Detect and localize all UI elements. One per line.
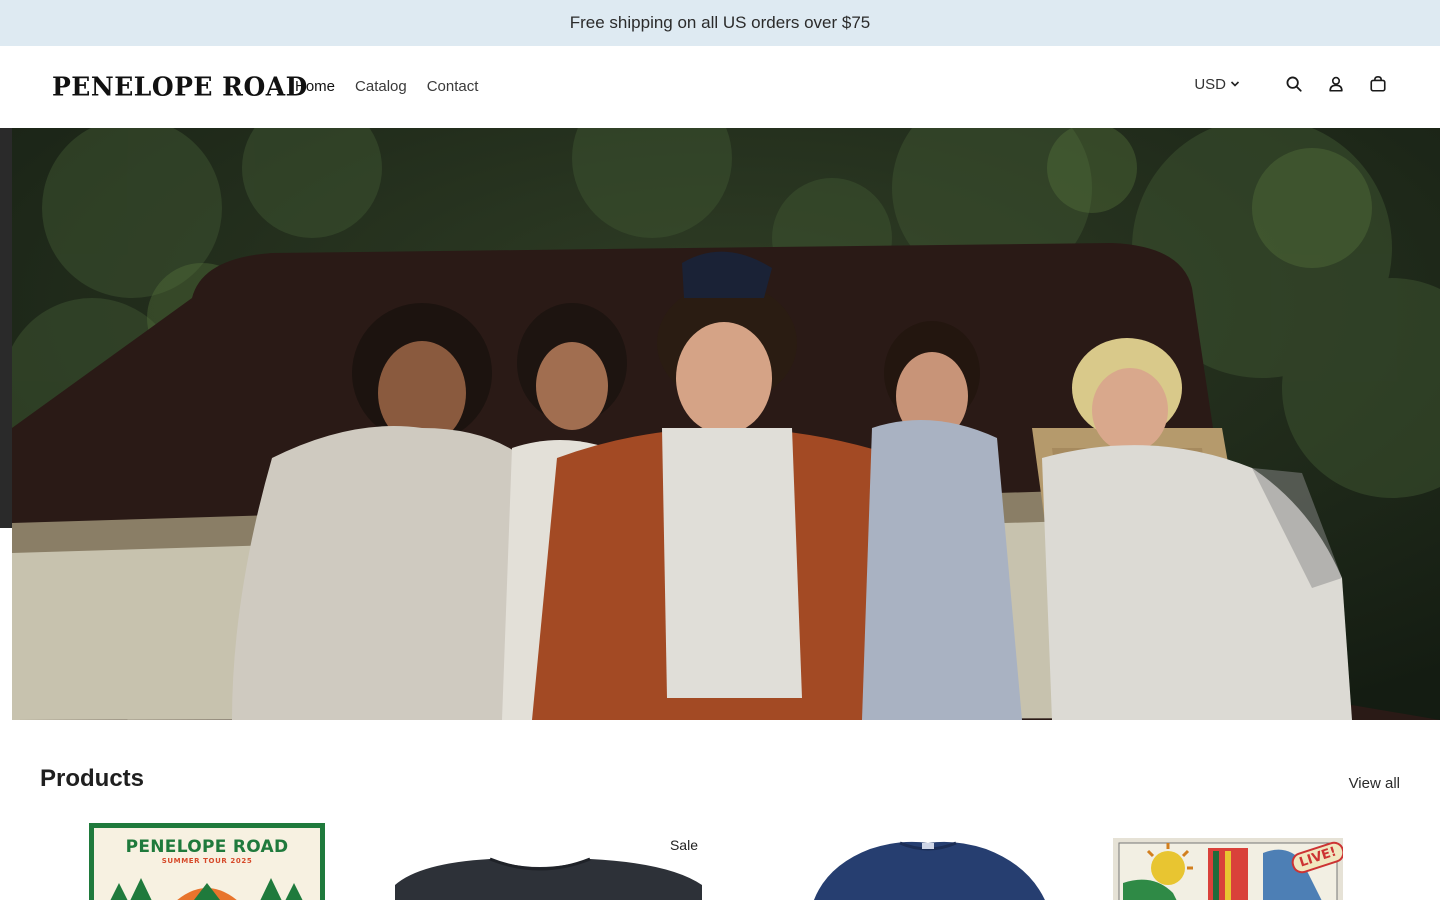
poster-subtitle-text: SUMMER TOUR 2025	[161, 857, 253, 865]
account-button[interactable]	[1326, 74, 1346, 94]
main-nav: Home Catalog Contact	[295, 78, 478, 95]
products-header: Products View all	[40, 765, 1400, 793]
currency-label: USD	[1194, 75, 1226, 93]
announcement-text: Free shipping on all US orders over $75	[569, 13, 871, 32]
product-grid: PENELOPE ROAD SUMMER TOUR 2025 Sale LIVE…	[40, 823, 1400, 900]
product-card-live-print[interactable]: LIVE!	[1113, 823, 1343, 900]
search-icon	[1286, 76, 1302, 92]
product-image-black-tee	[395, 857, 702, 900]
products-title: Products	[40, 765, 145, 792]
chevron-down-icon	[1230, 81, 1240, 87]
nav-link-catalog[interactable]: Catalog	[355, 78, 407, 95]
cart-icon	[1370, 75, 1386, 92]
account-icon	[1329, 76, 1343, 92]
hero-edge-shadow	[0, 128, 12, 528]
store-logo[interactable]: PENELOPE ROAD	[52, 71, 308, 101]
nav-link-contact[interactable]: Contact	[427, 78, 479, 95]
view-all-link[interactable]: View all	[1349, 775, 1400, 792]
currency-selector[interactable]: USD	[1194, 76, 1240, 93]
cart-button[interactable]	[1368, 74, 1388, 94]
product-image-navy-tee	[814, 841, 1045, 900]
product-card-navy-tee[interactable]	[800, 823, 1060, 900]
product-card-poster[interactable]: PENELOPE ROAD SUMMER TOUR 2025	[89, 823, 325, 900]
nav-link-home[interactable]: Home	[295, 78, 335, 95]
poster-title-text: PENELOPE ROAD	[125, 837, 289, 857]
hero-image	[12, 128, 1440, 720]
header-tools: USD	[1194, 74, 1388, 94]
site-header: PENELOPE ROAD Home Catalog Contact USD	[0, 46, 1440, 128]
announcement-bar: Free shipping on all US orders over $75	[0, 0, 1440, 46]
product-card-black-tee[interactable]: Sale	[380, 823, 710, 900]
hero-banner[interactable]	[12, 128, 1440, 720]
search-button[interactable]	[1284, 74, 1304, 94]
